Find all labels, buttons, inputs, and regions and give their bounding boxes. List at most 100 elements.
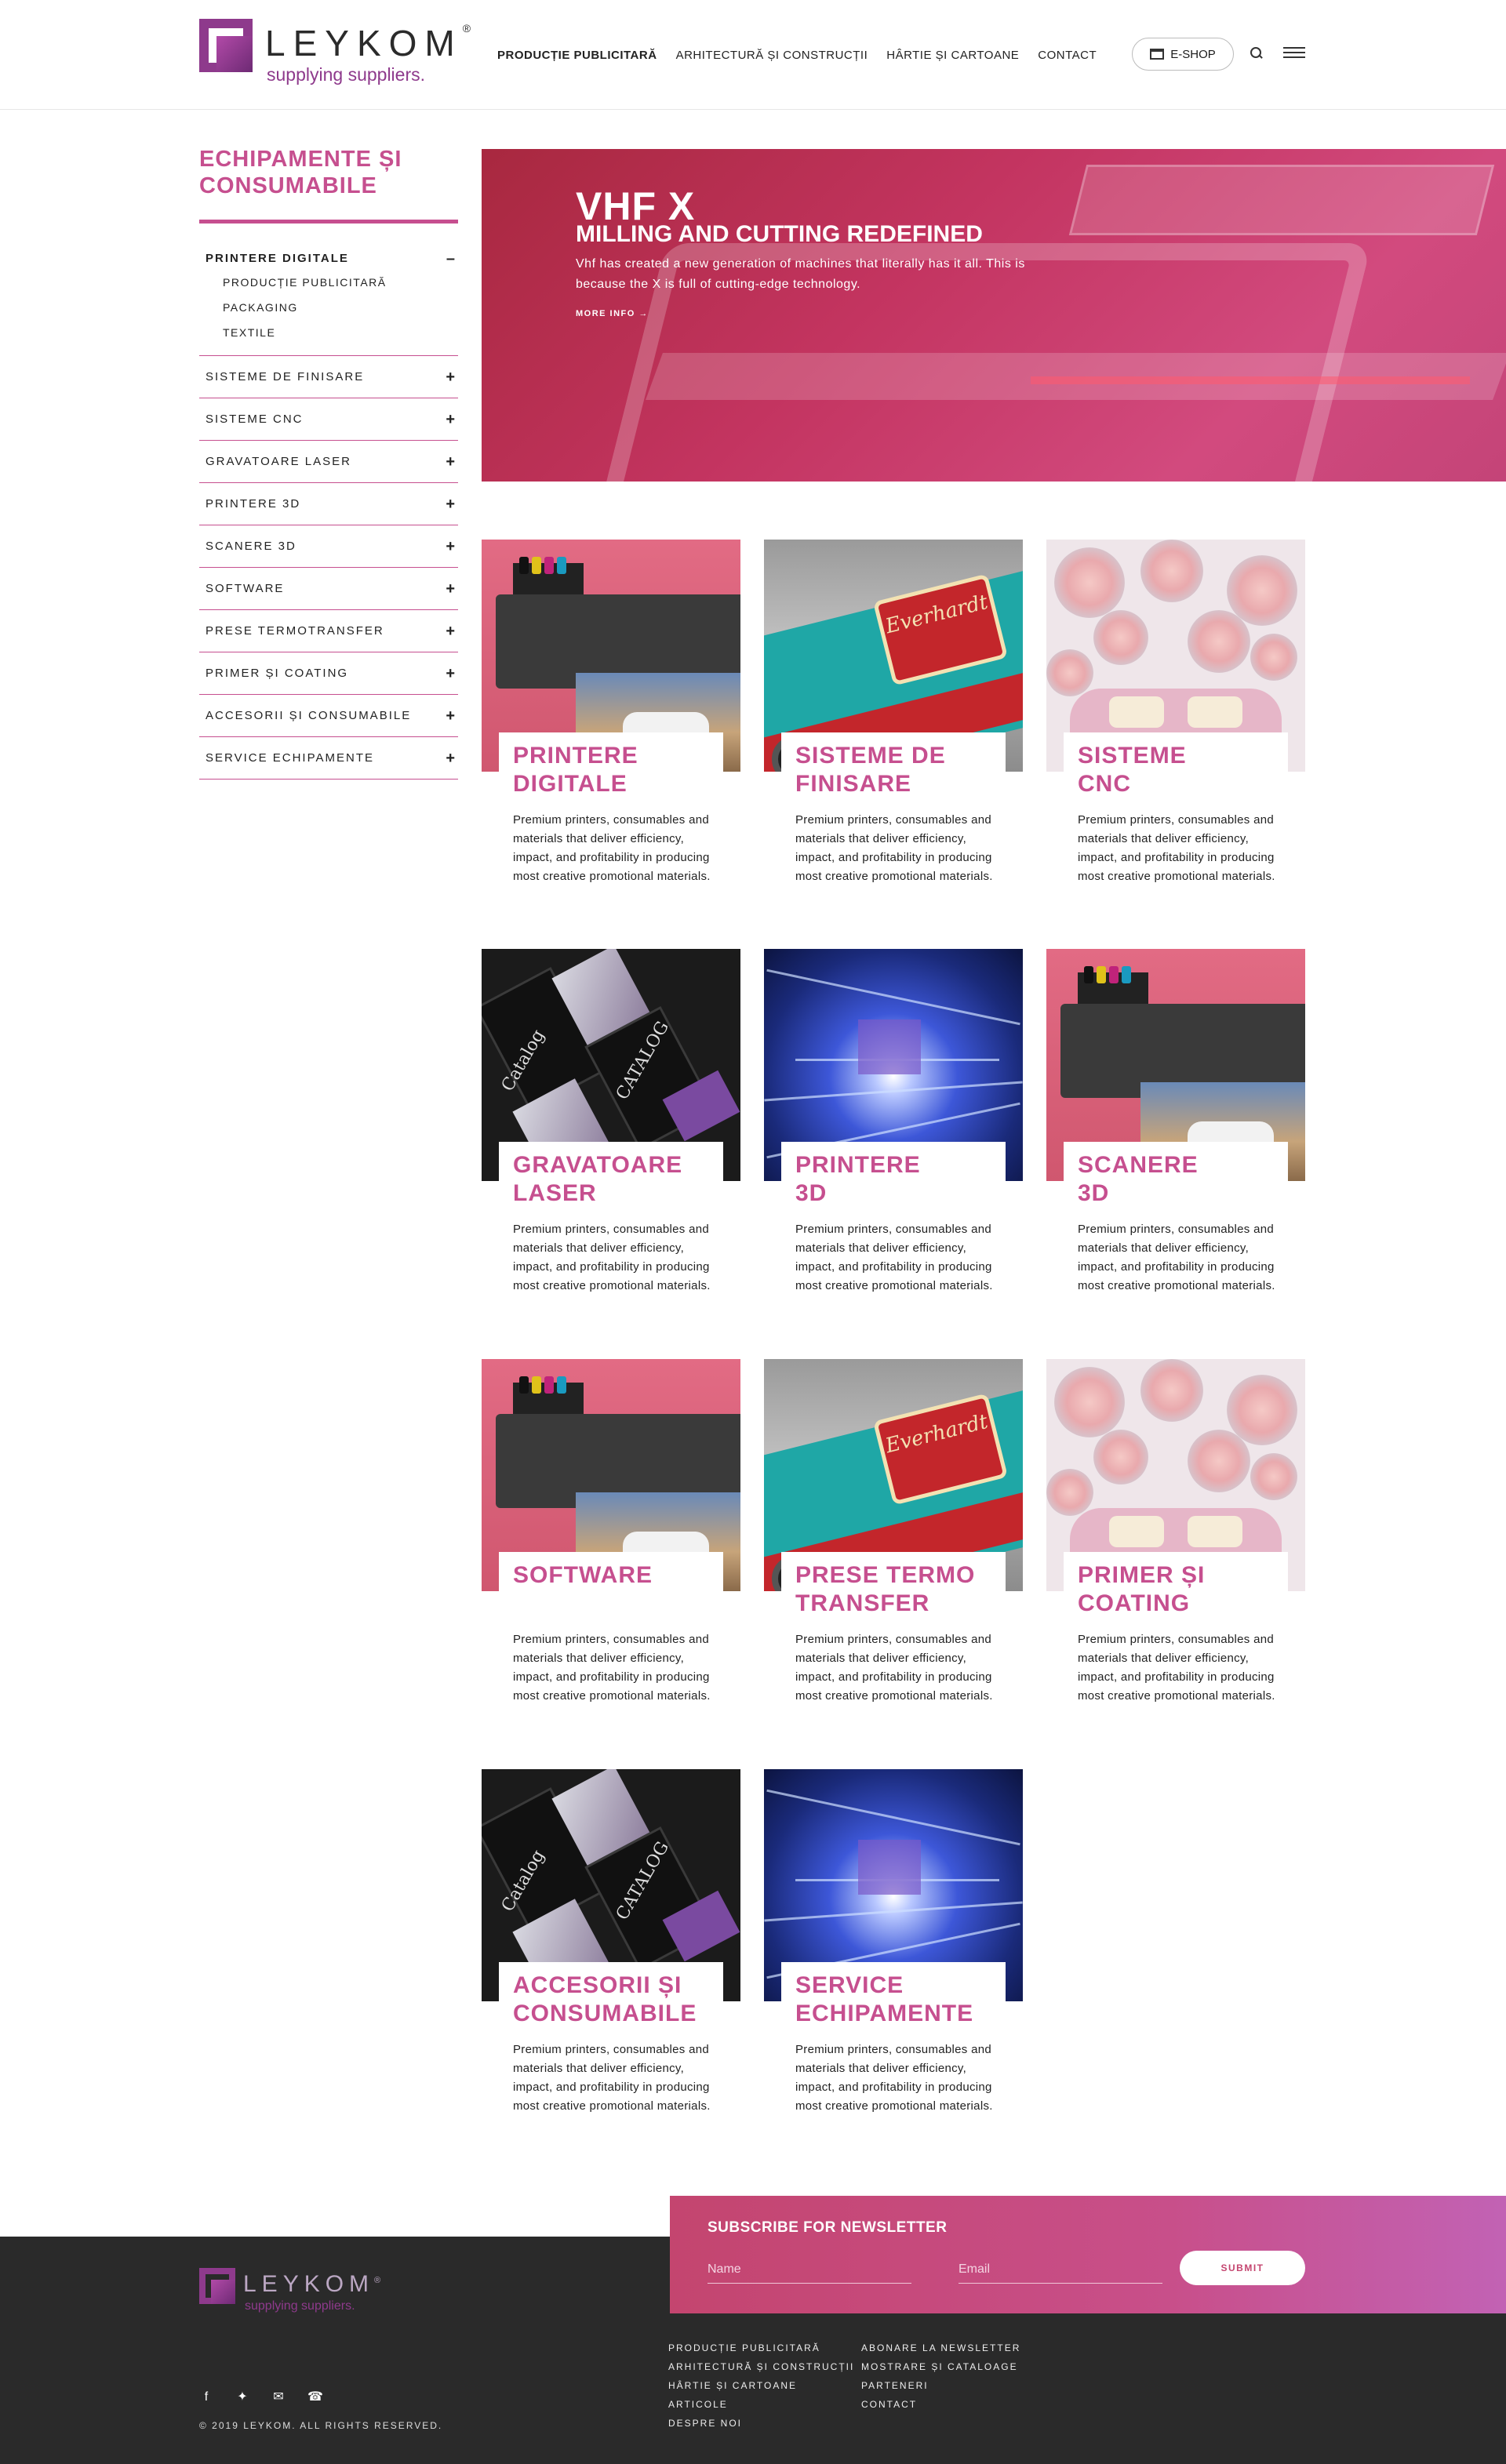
sidebar-item-software[interactable]: SOFTWARE + [199,568,458,610]
facebook-icon[interactable]: f [199,2390,213,2404]
sidebar-item-printere-3d[interactable]: PRINTERE 3D + [199,483,458,525]
hamburger-menu-icon[interactable] [1283,47,1305,60]
category-card[interactable]: Everhardt SISTEME DE FINISARE Premium print… [764,540,1023,908]
expand-icon[interactable]: + [446,737,455,780]
expand-icon[interactable]: + [446,398,455,441]
category-card[interactable]: SERVICE ECHIPAMENTE Premium printers, cons… [764,1769,1023,2138]
category-card[interactable]: CATALOG Catalog GRAVATOARE LASER Premium pri… [482,949,740,1317]
hero-machine-graphic [1068,165,1495,235]
category-card[interactable]: SOFTWARE Premium printers, consumables an… [482,1359,740,1728]
newsletter-email-input[interactable]: Email [959,2255,1162,2284]
sidebar-item-accesorii-consumabile[interactable]: ACCESORII ȘI CONSUMABILE + [199,695,458,737]
footer-logo[interactable]: LEYKOM® supplying suppliers. [199,2268,387,2315]
category-card[interactable]: PRINTERE DIGITALE Premium printers, consum… [482,540,740,908]
card-title[interactable]: PRIMER ȘI COATING [1064,1552,1288,1623]
eshop-button[interactable]: E-SHOP [1132,38,1234,71]
sidebar-item-label: SERVICE ECHIPAMENTE [206,751,374,765]
mail-icon[interactable]: ✉ [271,2390,286,2404]
twitter-icon[interactable]: ✦ [235,2390,249,2404]
footer-link[interactable]: CONTACT [861,2395,1020,2414]
sidebar-item-label: GRAVATOARE LASER [206,455,351,468]
card-title[interactable]: PRINTERE DIGITALE [499,732,723,803]
eshop-label: E-SHOP [1170,47,1216,61]
category-card[interactable]: CATALOG Catalog ACCESORII ȘI CONSUMABILE Pre… [482,1769,740,2138]
card-title[interactable]: GRAVATOARE LASER [499,1142,723,1212]
footer-links-col2: ABONARE LA NEWSLETTER MOSTRARE ȘI CATALO… [861,2339,1020,2414]
footer-link[interactable]: DESPRE NOI [668,2414,854,2433]
card-description: Premium printers, consumables and materi… [795,1223,993,1292]
sidebar-item-service-echipamente[interactable]: SERVICE ECHIPAMENTE + [199,737,458,780]
shop-icon [1150,49,1165,60]
category-card[interactable]: Everhardt PRESE TERMO TRANSFER Premium prin… [764,1359,1023,1728]
card-title[interactable]: SISTEME CNC [1064,732,1288,803]
collapse-icon[interactable]: – [446,235,455,282]
expand-icon[interactable]: + [446,441,455,483]
sidebar-item-label: PRINTERE 3D [206,497,301,511]
footer-link[interactable]: PARTENERI [861,2376,1020,2395]
card-title[interactable]: SOFTWARE [499,1552,723,1623]
sidebar-sub-packaging[interactable]: PACKAGING [223,301,298,314]
card-title[interactable]: SISTEME DE FINISARE [781,732,1006,803]
sidebar-item-label: SOFTWARE [206,582,285,595]
nav-hartie-cartoane[interactable]: HÂRTIE ȘI CARTOANE [886,49,1019,62]
category-card[interactable]: SISTEME CNC Premium printers, consumables … [1046,540,1305,908]
expand-icon[interactable]: + [446,356,455,398]
footer-link[interactable]: MOSTRARE ȘI CATALOAGE [861,2357,1020,2376]
sidebar-item-sisteme-cnc[interactable]: SISTEME CNC + [199,398,458,441]
nav-arhitectura-constructii[interactable]: ARHITECTURĂ ȘI CONSTRUCȚII [676,49,868,62]
sidebar-item-label: SISTEME CNC [206,412,304,426]
card-description: Premium printers, consumables and materi… [795,2043,993,2113]
hero-laser-beam [1031,376,1470,384]
sidebar-item-printere-digitale[interactable]: PRINTERE DIGITALE – PRODUCȚIE PUBLICITAR… [199,235,458,356]
main-nav: PRODUCȚIE PUBLICITARĂ ARHITECTURĂ ȘI CON… [497,41,1115,69]
expand-icon[interactable]: + [446,525,455,568]
newsletter-name-input[interactable]: Name [708,2255,911,2284]
card-description: Premium printers, consumables and materi… [1078,1633,1275,1703]
nav-contact[interactable]: CONTACT [1038,49,1097,62]
footer-link[interactable]: HÂRTIE ȘI CARTOANE [668,2376,854,2395]
sidebar-item-prese-termotransfer[interactable]: PRESE TERMOTRANSFER + [199,610,458,652]
category-card[interactable]: PRINTERE 3D Premium printers, consumables … [764,949,1023,1317]
footer-link[interactable]: ABONARE LA NEWSLETTER [861,2339,1020,2357]
sidebar-sub-productie-publicitara[interactable]: PRODUCȚIE PUBLICITARĂ [223,276,387,289]
footer-link[interactable]: ARHITECTURĂ ȘI CONSTRUCȚII [668,2357,854,2376]
footer-link[interactable]: PRODUCȚIE PUBLICITARĂ [668,2339,854,2357]
phone-icon[interactable]: ☎ [307,2390,323,2404]
logo-wordmark: LEYKOM® [265,22,471,64]
newsletter-submit-button[interactable]: SUBMIT [1180,2251,1305,2285]
card-description: Premium printers, consumables and materi… [1078,1223,1275,1292]
logo-mark-icon [199,2268,235,2304]
card-description: Premium printers, consumables and materi… [795,813,993,883]
expand-icon[interactable]: + [446,652,455,695]
sidebar-item-label: ACCESORII ȘI CONSUMABILE [206,709,412,722]
logo-mark-icon [199,19,253,72]
sidebar-item-label[interactable]: PRINTERE DIGITALE [206,235,349,282]
sidebar-item-scanere-3d[interactable]: SCANERE 3D + [199,525,458,568]
card-description: Premium printers, consumables and materi… [513,1223,711,1292]
expand-icon[interactable]: + [446,610,455,652]
card-title[interactable]: PRINTERE 3D [781,1142,1006,1212]
hero-more-info-link[interactable]: MORE INFO → [576,309,649,318]
sidebar-item-primer-coating[interactable]: PRIMER ȘI COATING + [199,652,458,695]
nav-productie-publicitara[interactable]: PRODUCȚIE PUBLICITARĂ [497,49,657,62]
sidebar-item-gravatoare-laser[interactable]: GRAVATOARE LASER + [199,441,458,483]
hero-subtitle: MILLING AND CUTTING REDEFINED [576,221,983,247]
expand-icon[interactable]: + [446,483,455,525]
card-description: Premium printers, consumables and materi… [513,1633,711,1703]
footer-link[interactable]: ARTICOLE [668,2395,854,2414]
sidebar-sub-textile[interactable]: TEXTILE [223,326,275,339]
card-title[interactable]: ACCESORII ȘI CONSUMABILE [499,1962,723,2033]
expand-icon[interactable]: + [446,568,455,610]
expand-icon[interactable]: + [446,695,455,737]
card-title[interactable]: PRESE TERMO TRANSFER [781,1552,1006,1623]
copyright: © 2019 LEYKOM. ALL RIGHTS RESERVED. [199,2420,443,2431]
brand-logo[interactable]: LEYKOM® supplying suppliers. [199,19,471,89]
search-icon[interactable] [1250,47,1263,60]
sidebar-item-sisteme-finisare[interactable]: SISTEME DE FINISARE + [199,356,458,398]
card-title[interactable]: SCANERE 3D [1064,1142,1288,1212]
card-title[interactable]: SERVICE ECHIPAMENTE [781,1962,1006,2033]
newsletter-title: SUBSCRIBE FOR NEWSLETTER [708,2219,948,2236]
category-card[interactable]: PRIMER ȘI COATING Premium printers, consum… [1046,1359,1305,1728]
category-card[interactable]: SCANERE 3D Premium printers, consumables a… [1046,949,1305,1317]
sidebar-item-label: SCANERE 3D [206,540,296,553]
